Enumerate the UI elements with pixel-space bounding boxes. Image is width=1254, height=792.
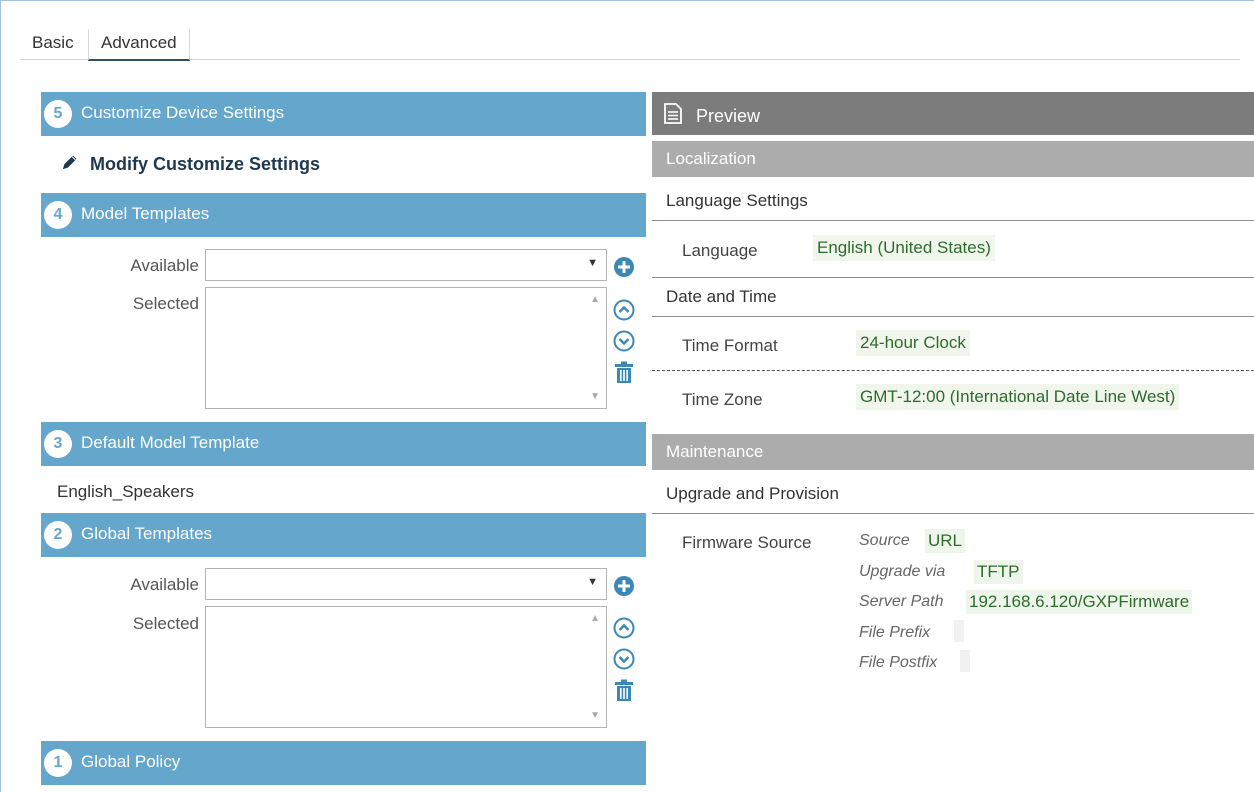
- tab-basic[interactable]: Basic: [20, 29, 86, 60]
- divider: [652, 277, 1254, 278]
- dropdown-arrow-icon: ▼: [587, 576, 598, 588]
- step-number-badge: 3: [44, 430, 72, 458]
- source-key: Source: [859, 532, 910, 549]
- model-templates-selected-list[interactable]: ▲ ▼: [205, 287, 607, 409]
- arrow-up-circle-icon[interactable]: [613, 617, 635, 639]
- upgrade-provision-title: Upgrade and Provision: [666, 484, 839, 503]
- arrow-down-circle-icon[interactable]: [613, 330, 635, 352]
- section-default-model-template[interactable]: 3 Default Model Template: [41, 422, 646, 466]
- dropdown-arrow-icon: ▼: [587, 257, 598, 269]
- time-zone-key: Time Zone: [682, 390, 763, 409]
- language-value: English (United States): [813, 235, 995, 261]
- scroll-up-icon[interactable]: ▲: [590, 294, 600, 305]
- step-number-badge: 1: [44, 749, 72, 777]
- step-number-badge: 2: [44, 521, 72, 549]
- preview-title: Preview: [696, 106, 761, 126]
- modify-link-label: Modify Customize Settings: [90, 154, 321, 174]
- tab-bar: Basic Advanced: [20, 29, 1240, 61]
- selected-label: Selected: [132, 614, 199, 633]
- section-title: Global Policy: [81, 752, 181, 771]
- time-format-key: Time Format: [682, 336, 778, 355]
- date-time-title: Date and Time: [666, 287, 777, 306]
- language-settings-title: Language Settings: [666, 191, 808, 210]
- selected-label: Selected: [132, 294, 199, 313]
- global-templates-available-select[interactable]: ▼: [205, 568, 607, 600]
- file-postfix-value: [960, 650, 970, 672]
- model-templates-available-select[interactable]: ▼: [205, 249, 607, 281]
- upgrade-via-key: Upgrade via: [859, 563, 946, 580]
- available-label: Available: [130, 256, 199, 275]
- localization-band: Localization: [652, 141, 1254, 177]
- document-icon: [664, 103, 682, 129]
- section-global-policy[interactable]: 1 Global Policy: [41, 741, 646, 785]
- time-format-value: 24-hour Clock: [856, 330, 970, 356]
- section-title: Customize Device Settings: [81, 103, 285, 122]
- step-number-badge: 4: [44, 201, 72, 229]
- language-key: Language: [682, 241, 758, 260]
- scroll-down-icon[interactable]: ▼: [590, 391, 600, 402]
- section-title: Global Templates: [81, 524, 213, 543]
- server-path-key: Server Path: [859, 593, 944, 610]
- modify-customize-settings-link[interactable]: Modify Customize Settings: [60, 152, 320, 182]
- scroll-up-icon[interactable]: ▲: [590, 613, 600, 624]
- file-prefix-key: File Prefix: [859, 624, 931, 641]
- trash-icon[interactable]: [613, 361, 635, 383]
- firmware-source-key: Firmware Source: [682, 533, 812, 552]
- source-value: URL: [925, 529, 966, 553]
- maintenance-band: Maintenance: [652, 434, 1254, 470]
- plus-circle-icon[interactable]: [613, 575, 635, 597]
- file-postfix-key: File Postfix: [859, 654, 938, 671]
- date-time-header: Date and Time: [652, 279, 1254, 317]
- maintenance-title: Maintenance: [666, 442, 764, 461]
- section-customize-device-settings[interactable]: 5 Customize Device Settings: [41, 92, 646, 136]
- arrow-down-circle-icon[interactable]: [613, 648, 635, 670]
- global-templates-selected-list[interactable]: ▲ ▼: [205, 606, 607, 728]
- default-model-template-value: English_Speakers: [57, 482, 195, 501]
- section-model-templates[interactable]: 4 Model Templates: [41, 193, 646, 237]
- localization-title: Localization: [666, 149, 756, 168]
- upgrade-provision-header: Upgrade and Provision: [652, 476, 1254, 514]
- section-global-templates[interactable]: 2 Global Templates: [41, 513, 646, 557]
- arrow-up-circle-icon[interactable]: [613, 299, 635, 321]
- section-title: Default Model Template: [81, 433, 260, 452]
- section-title: Model Templates: [81, 204, 210, 223]
- server-path-value: 192.168.6.120/GXPFirmware: [966, 590, 1193, 614]
- file-prefix-value: [954, 620, 964, 642]
- trash-icon[interactable]: [613, 679, 635, 701]
- tab-advanced[interactable]: Advanced: [88, 29, 190, 61]
- available-label: Available: [130, 575, 199, 594]
- time-zone-value: GMT-12:00 (International Date Line West): [856, 384, 1180, 410]
- scroll-down-icon[interactable]: ▼: [590, 710, 600, 721]
- dashed-divider: [652, 370, 1254, 371]
- pencil-icon: [60, 152, 82, 177]
- language-settings-header: Language Settings: [652, 183, 1254, 221]
- plus-circle-icon[interactable]: [613, 256, 635, 278]
- step-number-badge: 5: [44, 100, 72, 128]
- upgrade-via-value: TFTP: [974, 560, 1023, 584]
- preview-header: Preview: [652, 92, 1254, 135]
